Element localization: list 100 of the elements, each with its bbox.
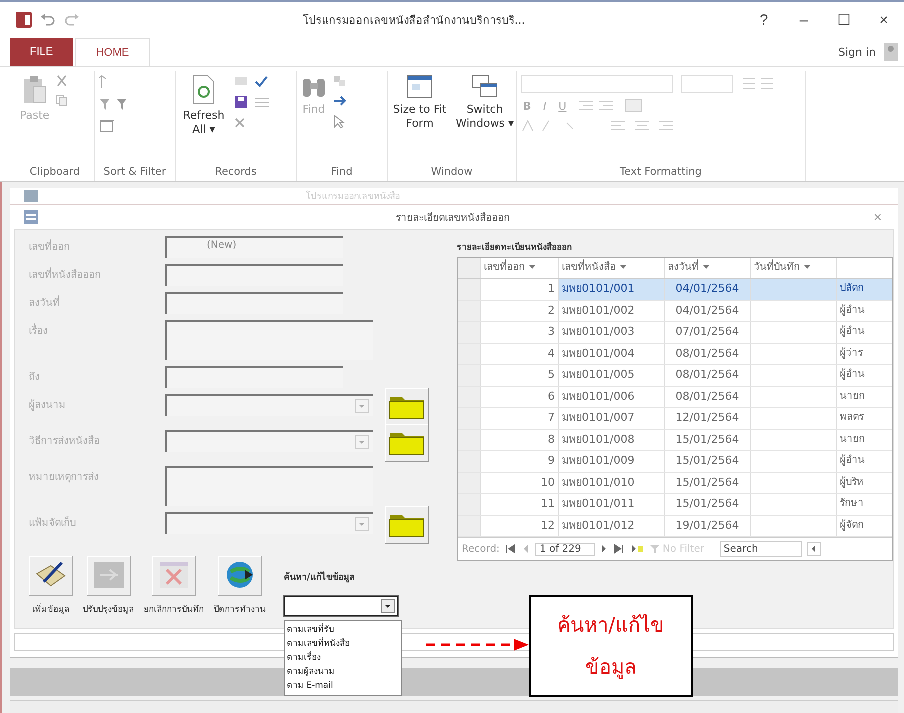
group-label: Records (214, 166, 258, 180)
bullets-icon[interactable] (741, 77, 775, 91)
select-icon[interactable] (333, 115, 345, 129)
search-field[interactable]: Search (720, 541, 802, 557)
table-cell[interactable]: มพย0101/006 (559, 386, 665, 407)
switch-windows-button[interactable]: Switch Windows ▾ (454, 103, 516, 131)
toggle-filter-icon[interactable] (99, 119, 117, 133)
column-header[interactable]: เลขที่ออก (481, 258, 559, 278)
folder-button[interactable] (385, 424, 429, 462)
scroll-left-icon[interactable] (806, 542, 821, 556)
column-header[interactable]: เลขที่หนังสือ (559, 258, 665, 278)
filter-icon (648, 544, 661, 554)
form-title: รายละเอียดเลขหนังสือออก (394, 212, 511, 224)
refresh-all-button[interactable]: Refresh All ▾ (180, 109, 228, 137)
minimize-button[interactable]: – (788, 12, 820, 28)
previous-record-icon[interactable] (522, 544, 530, 554)
action-label: เพิ่มข้อมูล (32, 602, 70, 616)
replace-icon[interactable] (333, 75, 347, 87)
cut-icon[interactable] (56, 75, 68, 87)
table-title: รายละเอียดทะเบียนหนังสือออก (457, 242, 573, 254)
caret-icon[interactable] (620, 265, 627, 270)
group-label: Text Formatting (619, 166, 703, 180)
ribbon-tab[interactable]: FILE (10, 38, 74, 66)
dropdown-option[interactable]: ตามเลขที่หนังสือ (287, 637, 399, 651)
paste-icon[interactable] (22, 75, 48, 105)
search-combo[interactable] (284, 596, 398, 616)
action-button[interactable] (29, 556, 73, 596)
close-button[interactable]: × (868, 12, 900, 28)
sign-in-link[interactable]: Sign in (838, 46, 876, 58)
font-size-field[interactable] (681, 75, 733, 93)
table-cell-text: ผู้อำน (839, 368, 866, 382)
dropdown-option[interactable]: ตาม E-mail (287, 679, 399, 693)
first-record-icon[interactable] (504, 544, 517, 554)
table-cell[interactable]: มพย0101/010 (559, 472, 665, 493)
save-icon[interactable] (234, 95, 248, 109)
caret-icon[interactable] (804, 265, 811, 270)
last-record-icon[interactable] (612, 544, 625, 554)
table-cell: 4 (481, 344, 559, 364)
form-window-icon[interactable] (407, 75, 433, 99)
table-cell[interactable]: มพย0101/012 (559, 516, 665, 536)
table-cell: 12/01/2564 (665, 408, 751, 428)
table-cell[interactable]: มพย0101/004 (559, 344, 665, 364)
table-cell-text: นายก (839, 390, 866, 404)
table-cell: 15/01/2564 (665, 430, 751, 450)
filter-icon[interactable] (99, 97, 129, 111)
table-cell[interactable]: มพย0101/011 (559, 494, 665, 514)
ribbon-tab[interactable]: HOME (75, 38, 150, 66)
font-name-field[interactable] (521, 75, 673, 93)
table-cell[interactable]: มพย0101/007 (559, 408, 665, 428)
dropdown-option[interactable]: ตามเลขที่รับ (287, 623, 399, 637)
size-to-fit-form-button[interactable]: Size to Fit Form (392, 103, 448, 131)
windows-icon[interactable] (472, 75, 498, 99)
more-icon[interactable] (254, 97, 270, 109)
cross-icon (157, 560, 191, 590)
user-icon (884, 43, 898, 61)
maximize-button[interactable]: ☐ (828, 11, 860, 29)
table-cell: 12 (481, 516, 559, 536)
table-cell[interactable]: มพย0101/009 (559, 451, 665, 472)
table-cell: 15/01/2564 (665, 494, 751, 514)
table-cell: 08/01/2564 (665, 365, 751, 386)
folder-button[interactable] (385, 388, 429, 426)
undo-icon[interactable] (40, 13, 56, 27)
caret-icon[interactable] (703, 265, 710, 270)
table-cell-text: ผู้อำน (839, 454, 866, 468)
table-cell-text: ผู้บริห (839, 476, 865, 490)
go-to-icon[interactable] (333, 95, 349, 107)
table-cell-text: รักษา (839, 497, 865, 511)
action-button[interactable] (218, 556, 262, 596)
app-logo-icon (16, 12, 32, 28)
folder-button[interactable] (385, 506, 429, 544)
new-record-icon[interactable] (630, 544, 644, 554)
record-position-field[interactable]: 1 of 229 (534, 542, 595, 556)
group-label: Sort & Filter (102, 166, 168, 180)
copy-icon[interactable] (56, 95, 68, 107)
spelling-icon[interactable] (254, 75, 268, 89)
dropdown-option[interactable]: ตามผู้ลงนาม (287, 665, 399, 679)
dropdown-option[interactable]: ตามเรื่อง (287, 651, 399, 665)
table-cell[interactable]: มพย0101/008 (559, 430, 665, 450)
table-cell[interactable]: มพย0101/003 (559, 322, 665, 342)
table-cell: 04/01/2564 (665, 300, 751, 321)
next-record-icon[interactable] (600, 544, 608, 554)
table-cell[interactable]: มพย0101/001 (559, 279, 665, 300)
select-all-cell[interactable] (458, 258, 481, 278)
column-header[interactable]: วันที่บันทึก (751, 258, 837, 278)
table-cell[interactable]: มพย0101/002 (559, 300, 665, 321)
table-cell[interactable]: มพย0101/005 (559, 365, 665, 386)
delete-icon[interactable] (234, 117, 246, 129)
action-label: ยกเลิกการบันทึก (144, 604, 204, 616)
table-cell-text: นายก (839, 432, 866, 446)
gridlines-icon[interactable] (624, 99, 645, 113)
help-button[interactable]: ? (748, 12, 780, 28)
table-cell: 07/01/2564 (665, 322, 751, 342)
text-field[interactable]: (New) (165, 236, 343, 258)
column-header[interactable]: ลงวันที่ (665, 258, 751, 278)
form-icon (24, 190, 38, 202)
caret-icon[interactable] (529, 265, 536, 270)
callout-text: ค้นหา/แก้ไข (558, 612, 664, 639)
redo-icon[interactable] (64, 13, 80, 27)
refresh-icon[interactable] (192, 75, 216, 105)
action-label: ปรับปรุงข้อมูล (83, 604, 134, 616)
